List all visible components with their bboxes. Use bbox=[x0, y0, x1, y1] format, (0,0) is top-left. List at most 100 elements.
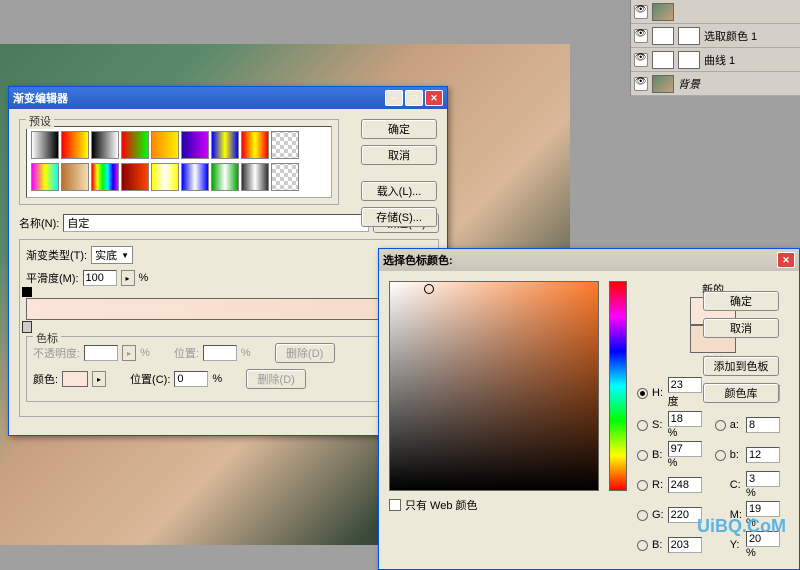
preset-swatch[interactable] bbox=[211, 131, 239, 159]
preset-swatch[interactable] bbox=[241, 131, 269, 159]
layer-thumb bbox=[652, 27, 674, 45]
preset-swatch[interactable] bbox=[271, 131, 299, 159]
type-label: 渐变类型(T): bbox=[26, 247, 87, 263]
layer-row[interactable]: 选取颜色 1 bbox=[631, 24, 800, 48]
radio-a[interactable] bbox=[715, 420, 726, 431]
button-column: 确定 取消 载入(L)... 存储(S)... bbox=[361, 119, 437, 231]
visibility-icon[interactable] bbox=[634, 53, 648, 67]
opacity-input bbox=[84, 345, 118, 361]
visibility-icon[interactable] bbox=[634, 5, 648, 19]
preset-swatch[interactable] bbox=[31, 163, 59, 191]
bv-input[interactable] bbox=[668, 441, 702, 457]
load-button[interactable]: 载入(L)... bbox=[361, 181, 437, 201]
type-dropdown[interactable]: 实底 bbox=[91, 246, 133, 264]
smoothness-label: 平滑度(M): bbox=[26, 270, 79, 286]
add-swatch-button[interactable]: 添加到色板 bbox=[703, 356, 779, 376]
s-input[interactable] bbox=[668, 411, 702, 427]
position2-label: 位置(C): bbox=[130, 371, 170, 387]
smoothness-input[interactable] bbox=[83, 270, 117, 286]
minimize-button[interactable]: ─ bbox=[385, 90, 403, 106]
color-field[interactable] bbox=[389, 281, 599, 491]
position2-input[interactable] bbox=[174, 371, 208, 387]
layer-label: 选取颜色 1 bbox=[704, 28, 757, 44]
save-button[interactable]: 存储(S)... bbox=[361, 207, 437, 227]
dialog-title: 渐变编辑器 bbox=[13, 90, 68, 106]
h-input[interactable] bbox=[668, 377, 702, 393]
bb-input[interactable] bbox=[668, 537, 702, 553]
preset-swatch[interactable] bbox=[31, 131, 59, 159]
watermark-bottom: UiBQ.CoM bbox=[697, 516, 786, 537]
layer-label: 曲线 1 bbox=[704, 52, 735, 68]
color-swatch[interactable] bbox=[62, 371, 88, 387]
layer-mask bbox=[678, 27, 700, 45]
layers-panel: 选取颜色 1 曲线 1 背景 bbox=[630, 0, 800, 96]
c-input[interactable] bbox=[746, 471, 780, 487]
layer-row[interactable]: 背景 bbox=[631, 72, 800, 96]
preset-swatch[interactable] bbox=[241, 163, 269, 191]
visibility-icon[interactable] bbox=[634, 77, 648, 91]
position-input bbox=[203, 345, 237, 361]
stops-label: 色标 bbox=[33, 330, 61, 346]
radio-b[interactable] bbox=[715, 450, 726, 461]
dialog-title: 选择色标颜色: bbox=[383, 252, 453, 268]
stepper-icon[interactable]: ▸ bbox=[121, 270, 135, 286]
r-input[interactable] bbox=[668, 477, 702, 493]
opacity-label: 不透明度: bbox=[33, 345, 80, 361]
m-input[interactable] bbox=[746, 501, 780, 517]
b-input[interactable] bbox=[746, 447, 780, 463]
layer-thumb bbox=[652, 75, 674, 93]
web-only-checkbox[interactable] bbox=[389, 499, 401, 511]
preset-swatch[interactable] bbox=[91, 163, 119, 191]
percent-label: % bbox=[139, 272, 149, 284]
preset-swatch[interactable] bbox=[151, 131, 179, 159]
close-button[interactable]: ✕ bbox=[425, 90, 443, 106]
radio-bb[interactable] bbox=[637, 540, 648, 551]
name-label: 名称(N): bbox=[19, 215, 59, 231]
stepper-icon: ▸ bbox=[122, 345, 136, 361]
web-only-label: 只有 Web 颜色 bbox=[405, 497, 478, 513]
radio-h[interactable] bbox=[637, 388, 648, 399]
preset-swatch[interactable] bbox=[91, 131, 119, 159]
radio-r[interactable] bbox=[637, 480, 648, 491]
visibility-icon[interactable] bbox=[634, 29, 648, 43]
radio-bv[interactable] bbox=[637, 450, 648, 461]
presets-label: 预设 bbox=[26, 113, 54, 129]
stepper-icon[interactable]: ▸ bbox=[92, 371, 106, 387]
preset-swatch[interactable] bbox=[211, 163, 239, 191]
layer-thumb bbox=[652, 51, 674, 69]
preset-swatch[interactable] bbox=[271, 163, 299, 191]
layer-thumb bbox=[652, 3, 674, 21]
delete-button: 删除(D) bbox=[246, 369, 306, 389]
titlebar[interactable]: 选择色标颜色: ✕ bbox=[379, 249, 799, 271]
cancel-button[interactable]: 取消 bbox=[703, 318, 779, 338]
delete-button: 删除(D) bbox=[275, 343, 335, 363]
ok-button[interactable]: 确定 bbox=[361, 119, 437, 139]
preset-swatch[interactable] bbox=[181, 163, 209, 191]
gradient-preview[interactable] bbox=[26, 298, 432, 320]
preset-swatch[interactable] bbox=[181, 131, 209, 159]
preset-grid bbox=[26, 126, 332, 198]
cancel-button[interactable]: 取消 bbox=[361, 145, 437, 165]
radio-g[interactable] bbox=[637, 510, 648, 521]
layer-mask bbox=[678, 51, 700, 69]
color-label: 颜色: bbox=[33, 371, 58, 387]
layer-row[interactable]: 曲线 1 bbox=[631, 48, 800, 72]
color-library-button[interactable]: 颜色库 bbox=[703, 383, 779, 403]
layer-row[interactable] bbox=[631, 0, 800, 24]
preset-swatch[interactable] bbox=[61, 131, 89, 159]
preset-swatch[interactable] bbox=[151, 163, 179, 191]
close-button[interactable]: ✕ bbox=[777, 252, 795, 268]
name-input[interactable] bbox=[63, 214, 369, 232]
preset-swatch[interactable] bbox=[61, 163, 89, 191]
preset-swatch[interactable] bbox=[121, 163, 149, 191]
ok-button[interactable]: 确定 bbox=[703, 291, 779, 311]
a-input[interactable] bbox=[746, 417, 780, 433]
layer-label: 背景 bbox=[678, 76, 700, 92]
preset-swatch[interactable] bbox=[121, 131, 149, 159]
maximize-button[interactable]: □ bbox=[405, 90, 423, 106]
hue-slider[interactable] bbox=[609, 281, 627, 491]
titlebar[interactable]: 渐变编辑器 ─ □ ✕ bbox=[9, 87, 447, 109]
radio-s[interactable] bbox=[637, 420, 648, 431]
color-stop[interactable] bbox=[22, 321, 32, 333]
position-label: 位置: bbox=[174, 345, 199, 361]
